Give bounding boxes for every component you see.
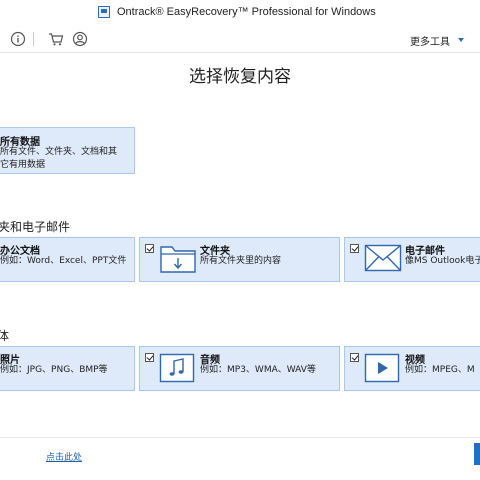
card-desc: 例如：MP3、WMA、WAV等 <box>200 365 316 375</box>
section-label-media: 体 <box>0 329 10 343</box>
card-desc: 例如：JPG、PNG、BMP等 <box>0 365 108 375</box>
chevron-down-icon[interactable] <box>458 38 464 42</box>
photos-card[interactable]: 照片 例如：JPG、PNG、BMP等 <box>0 346 135 391</box>
toolbar-divider <box>33 32 34 46</box>
more-tools-menu[interactable]: 更多工具 <box>410 33 450 48</box>
info-icon[interactable] <box>10 31 26 47</box>
page-title: 选择恢复内容 <box>189 67 291 87</box>
video-card[interactable]: 视频 例如：MPEG、M <box>344 346 480 391</box>
card-desc-line-2: 它有用数据 <box>0 160 46 170</box>
audio-checkbox[interactable] <box>145 353 154 362</box>
footer-divider <box>0 437 480 438</box>
account-icon[interactable] <box>72 31 88 47</box>
section-label-documents: 夹和电子邮件 <box>0 220 71 234</box>
window-title: Ontrack® EasyRecovery™ Professional for … <box>117 6 376 18</box>
email-checkbox[interactable] <box>350 244 359 253</box>
next-button[interactable] <box>474 443 480 465</box>
click-here-link[interactable]: 点击此处 <box>46 450 82 463</box>
app-logo-icon <box>98 6 110 18</box>
card-desc: 所有文件夹里的内容 <box>200 256 282 266</box>
card-desc: 像MS Outlook电子 <box>405 256 480 266</box>
audio-card[interactable]: 音频 例如：MP3、WMA、WAV等 <box>139 346 340 391</box>
folders-checkbox[interactable] <box>145 244 154 253</box>
folder-icon <box>160 246 196 273</box>
all-data-card[interactable]: 所有数据 所有文件、文件夹、文档和其 它有用数据 <box>0 127 135 174</box>
folders-card[interactable]: 文件夹 所有文件夹里的内容 <box>139 237 340 282</box>
email-card[interactable]: 电子邮件 像MS Outlook电子 <box>344 237 480 282</box>
card-desc: 例如：MPEG、M <box>405 365 475 375</box>
video-checkbox[interactable] <box>350 353 359 362</box>
card-desc-line-1: 所有文件、文件夹、文档和其 <box>0 147 118 157</box>
toolbar: 更多工具 <box>0 26 480 53</box>
office-documents-card[interactable]: 办公文档 例如：Word、Excel、PPT文件 <box>0 237 135 282</box>
audio-icon <box>159 353 195 383</box>
cart-icon[interactable] <box>48 31 64 47</box>
email-icon <box>364 244 402 272</box>
card-desc: 例如：Word、Excel、PPT文件 <box>0 256 127 266</box>
video-icon <box>364 353 400 383</box>
title-bar: Ontrack® EasyRecovery™ Professional for … <box>0 0 480 26</box>
